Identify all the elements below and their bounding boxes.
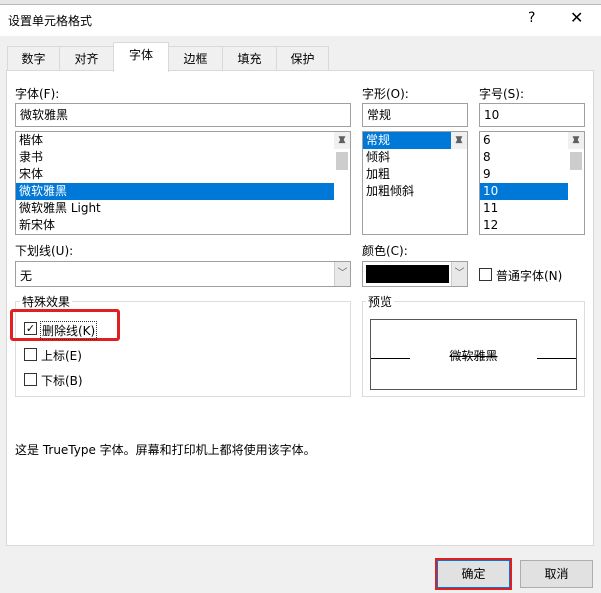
- list-item[interactable]: 新宋体: [16, 217, 350, 234]
- list-item[interactable]: 常规: [363, 132, 451, 149]
- subscript-checkbox[interactable]: [24, 373, 37, 386]
- list-item[interactable]: 10: [480, 183, 568, 200]
- preview-text: 微软雅黑: [449, 349, 498, 363]
- chevron-down-icon[interactable]: ﹀: [334, 262, 350, 286]
- size-label: 字号(S):: [479, 87, 525, 101]
- tab-border[interactable]: 边框: [168, 46, 223, 71]
- style-label: 字形(O):: [362, 87, 409, 101]
- list-item[interactable]: 12: [480, 217, 584, 234]
- ok-button[interactable]: 确定: [437, 560, 510, 588]
- chevron-down-icon[interactable]: ﹀: [451, 262, 467, 286]
- font-list[interactable]: 楷体 隶书 宋体 微软雅黑 微软雅黑 Light 新宋体 ▲ ▼: [15, 131, 351, 235]
- list-item[interactable]: 加粗: [363, 166, 467, 183]
- size-list[interactable]: 6 8 9 10 11 12 ▲ ▼: [479, 131, 585, 235]
- scrollbar[interactable]: ▲ ▼: [334, 132, 350, 170]
- effects-label: 特殊效果: [20, 293, 73, 310]
- tab-alignment[interactable]: 对齐: [59, 46, 114, 71]
- list-item[interactable]: 宋体: [16, 166, 350, 183]
- preview-box: 微软雅黑: [370, 319, 577, 390]
- underline-label: 下划线(U):: [15, 244, 74, 258]
- size-input[interactable]: 10: [479, 103, 585, 127]
- tab-fill[interactable]: 填充: [222, 46, 277, 71]
- preview-label: 预览: [366, 293, 395, 310]
- list-item[interactable]: 微软雅黑 Light: [16, 200, 350, 217]
- font-info-text: 这是 TrueType 字体。屏幕和打印机上都将使用该字体。: [15, 443, 316, 457]
- underline-select[interactable]: 无 ﹀: [15, 261, 351, 287]
- dialog-title: 设置单元格格式: [8, 14, 93, 28]
- tab-number[interactable]: 数字: [7, 46, 60, 71]
- list-item[interactable]: 8: [480, 149, 584, 166]
- scrollbar[interactable]: ▲ ▼: [451, 132, 467, 149]
- strikethrough-label: 删除线(K): [40, 321, 98, 340]
- style-list[interactable]: 常规 倾斜 加粗 加粗倾斜 ▲ ▼: [362, 131, 468, 235]
- list-item[interactable]: 倾斜: [363, 149, 467, 166]
- superscript-label: 上标(E): [41, 349, 82, 363]
- list-item[interactable]: 加粗倾斜: [363, 183, 467, 200]
- scrollbar[interactable]: ▲ ▼: [568, 132, 584, 170]
- font-label: 字体(F):: [15, 87, 60, 101]
- underline-value: 无: [20, 269, 33, 283]
- font-input[interactable]: 微软雅黑: [15, 103, 351, 127]
- strikethrough-checkbox[interactable]: ✓: [24, 322, 37, 335]
- color-select[interactable]: ﹀: [362, 261, 468, 287]
- normal-font-checkbox[interactable]: [479, 268, 492, 281]
- subscript-label: 下标(B): [41, 374, 83, 388]
- cancel-button[interactable]: 取消: [520, 560, 593, 588]
- list-item[interactable]: 楷体: [16, 132, 350, 149]
- tab-font[interactable]: 字体: [113, 42, 169, 72]
- list-item[interactable]: 11: [480, 200, 584, 217]
- color-swatch: [366, 265, 449, 283]
- color-label: 颜色(C):: [362, 244, 408, 258]
- close-icon[interactable]: ✕: [570, 8, 583, 27]
- style-input[interactable]: 常规: [362, 103, 468, 127]
- help-button[interactable]: ?: [528, 10, 535, 26]
- superscript-checkbox[interactable]: [24, 348, 37, 361]
- normal-font-label: 普通字体(N): [496, 269, 563, 283]
- list-item[interactable]: 微软雅黑: [16, 183, 334, 200]
- tab-protection[interactable]: 保护: [276, 46, 329, 71]
- list-item[interactable]: 隶书: [16, 149, 350, 166]
- list-item[interactable]: 9: [480, 166, 584, 183]
